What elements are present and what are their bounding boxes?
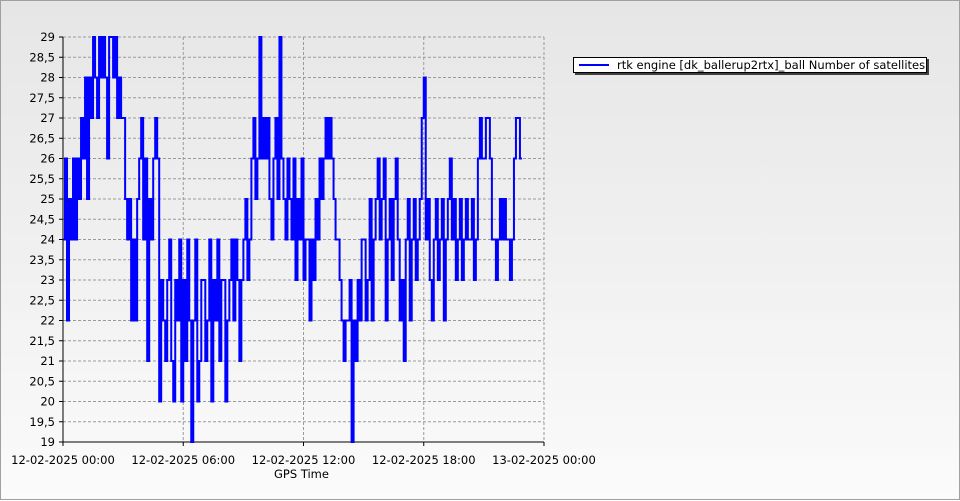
satellites-line-chart: 29 28,5 28 27,5 27 26,5 26 25,5 25 24,5 24 23,5 23 22… xyxy=(11,30,596,481)
x-tick-label: 12-02-2025 06:00 xyxy=(131,453,235,467)
y-tick-label: 20 xyxy=(40,395,55,409)
y-tick-label: 21,5 xyxy=(29,334,55,348)
y-tick-label: 19 xyxy=(40,435,55,449)
y-tick-label: 28,5 xyxy=(29,50,55,64)
y-tick-label: 26 xyxy=(40,152,55,166)
y-tick-label: 29 xyxy=(40,30,55,44)
y-tick-label: 26,5 xyxy=(29,131,55,145)
y-tick-label: 27 xyxy=(40,111,55,125)
y-tick-label: 27,5 xyxy=(29,91,55,105)
x-tick-label: 12-02-2025 00:00 xyxy=(11,453,115,467)
y-tick-label: 22,5 xyxy=(29,293,55,307)
chart-frame: 29 28,5 28 27,5 27 26,5 26 25,5 25 24,5 24 23,5 23 22… xyxy=(0,0,960,500)
x-tick-label: 12-02-2025 12:00 xyxy=(252,453,356,467)
legend: rtk engine [dk_ballerup2rtx]_ball Number… xyxy=(573,57,927,73)
legend-series-label: rtk engine [dk_ballerup2rtx]_ball Number… xyxy=(617,58,926,72)
y-tick-label: 22 xyxy=(40,314,55,328)
x-tick-label: 12-02-2025 18:00 xyxy=(372,453,476,467)
y-tick-label: 23,5 xyxy=(29,253,55,267)
y-tick-label: 23 xyxy=(40,273,55,287)
x-tick-label: 13-02-2025 00:00 xyxy=(492,453,596,467)
x-axis-title: GPS Time xyxy=(274,467,329,481)
y-tick-label: 20,5 xyxy=(29,374,55,388)
y-tick-label: 25,5 xyxy=(29,172,55,186)
y-tick-label: 25 xyxy=(40,192,55,206)
y-tick-label: 24,5 xyxy=(29,212,55,226)
legend-swatch xyxy=(579,64,609,66)
y-tick-labels: 29 28,5 28 27,5 27 26,5 26 25,5 25 24,5 24 23,5 23 22… xyxy=(29,30,55,449)
x-tick-labels: 12-02-2025 00:00 12-02-2025 06:00 12-02-20… xyxy=(11,453,596,467)
y-tick-label: 24 xyxy=(40,233,55,247)
y-tick-label: 19,5 xyxy=(29,415,55,429)
y-tick-label: 21 xyxy=(40,354,55,368)
y-tick-label: 28 xyxy=(40,71,55,85)
